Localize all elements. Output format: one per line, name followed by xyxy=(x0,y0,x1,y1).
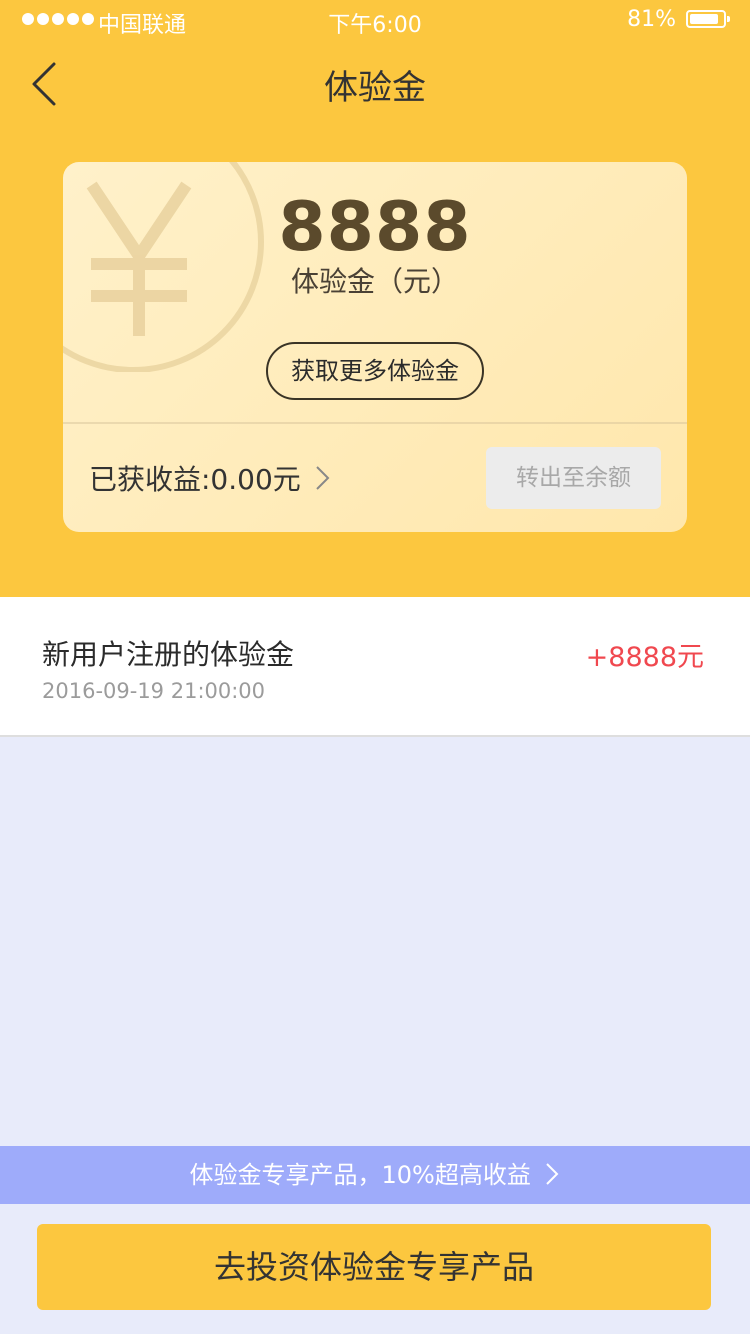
record-date: 2016-09-19 21:00:00 xyxy=(42,679,266,703)
earnings-link[interactable]: 已获收益:0.00元 xyxy=(89,458,331,498)
get-more-fund-button[interactable]: 获取更多体验金 xyxy=(266,342,484,400)
transfer-to-balance-button[interactable]: 转出至余额 xyxy=(486,447,661,509)
record-title: 新用户注册的体验金 xyxy=(42,638,295,671)
chevron-right-icon xyxy=(546,1163,559,1185)
header-area: 中国联通 下午6:00 81% 体验金 8888 体验金（元） 获取更多体验金 xyxy=(0,0,750,597)
nav-bar: 体验金 xyxy=(0,40,750,128)
invest-cta-button[interactable]: 去投资体验金专享产品 xyxy=(37,1224,711,1310)
record-amount: +8888元 xyxy=(585,642,704,673)
promo-text: 体验金专享产品，10%超高收益 xyxy=(189,1161,531,1189)
card-divider xyxy=(63,422,687,424)
record-row: 新用户注册的体验金 2016-09-19 21:00:00 +8888元 xyxy=(0,597,750,737)
battery-percent: 81% xyxy=(627,7,676,32)
battery-icon xyxy=(686,10,730,28)
chevron-right-icon xyxy=(316,466,330,490)
fund-amount-label: 体验金（元） xyxy=(290,265,459,298)
fund-amount: 8888 xyxy=(278,188,472,267)
page-title: 体验金 xyxy=(324,68,426,108)
promo-banner[interactable]: 体验金专享产品，10%超高收益 xyxy=(0,1146,750,1204)
earnings-text: 已获收益:0.00元 xyxy=(89,463,301,496)
experience-fund-card: 8888 体验金（元） 获取更多体验金 已获收益:0.00元 转出至余额 xyxy=(63,162,687,532)
status-bar: 中国联通 下午6:00 81% xyxy=(0,0,750,40)
